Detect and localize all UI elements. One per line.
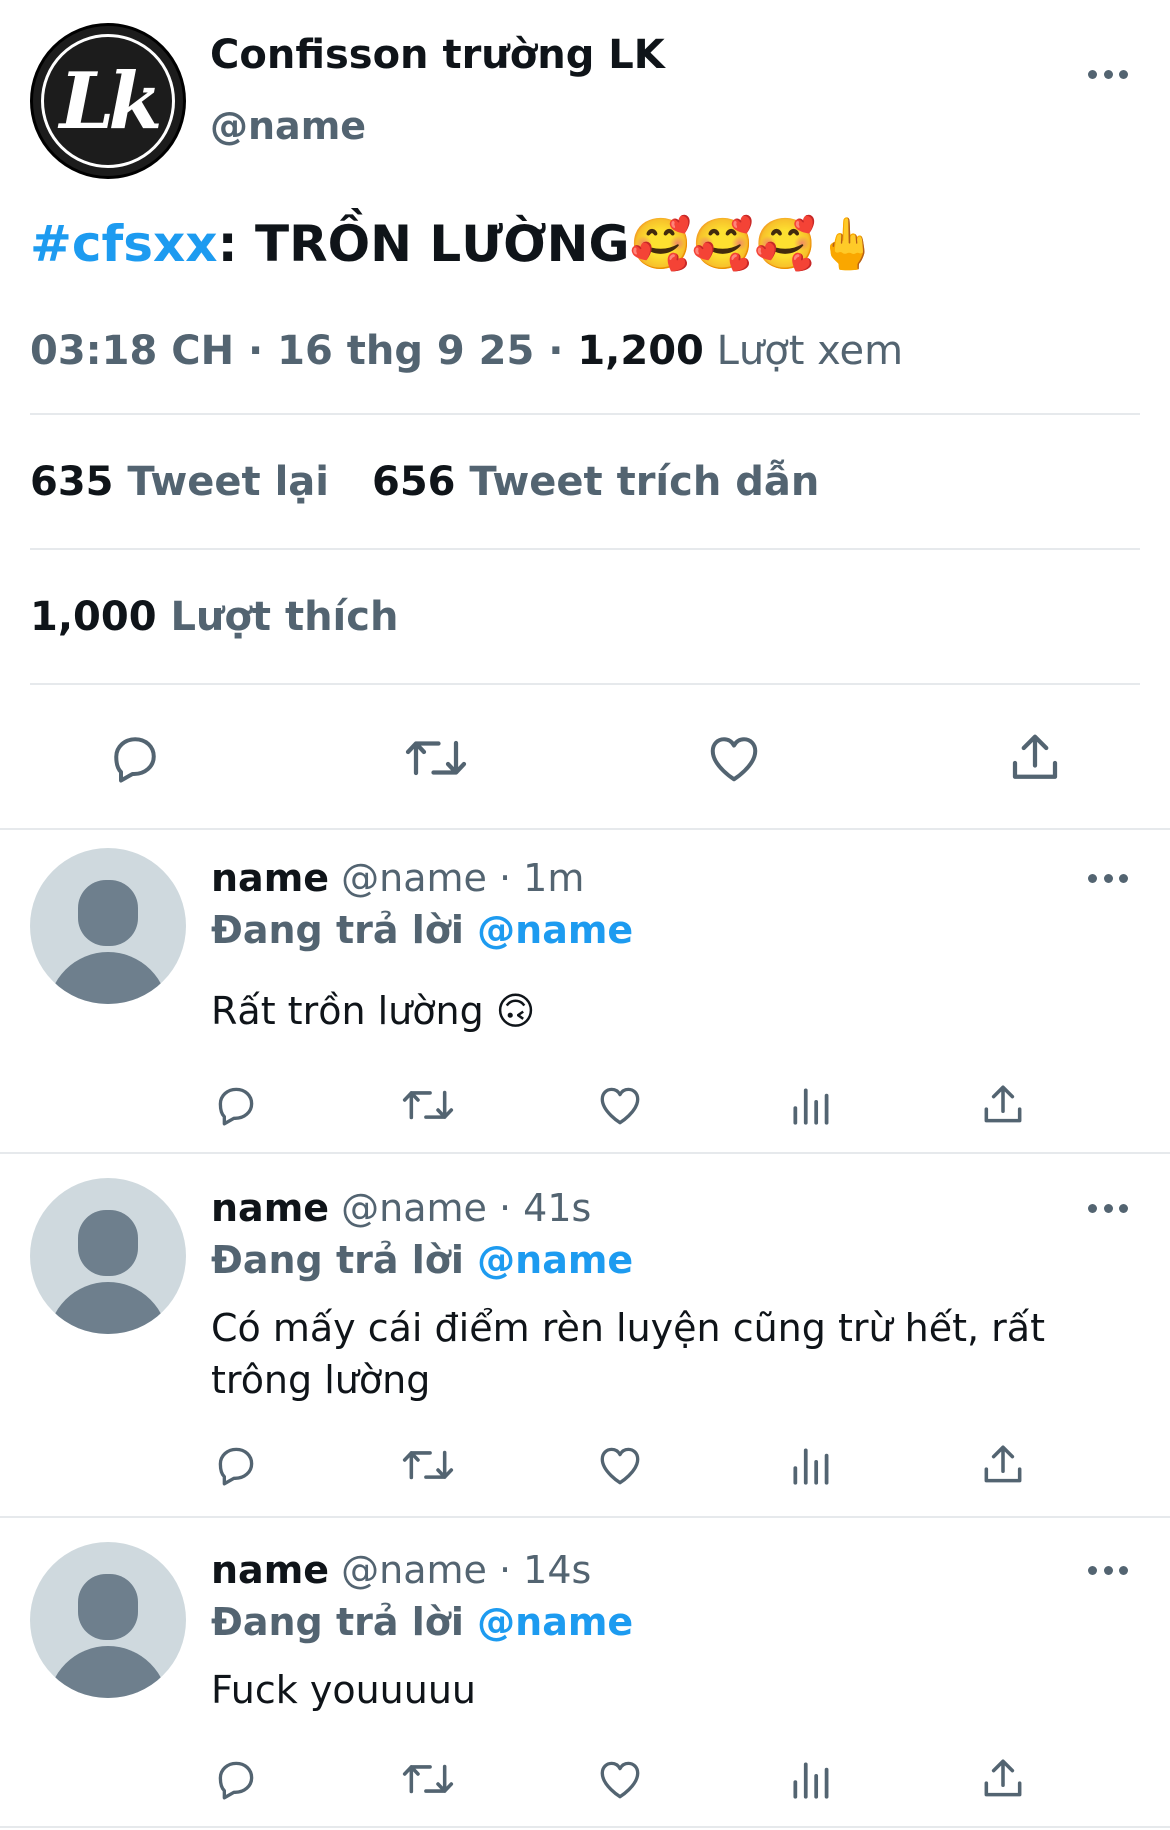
tweet-timestamp[interactable]: 03:18 CH · 16 thg 9 25 · — [30, 328, 577, 374]
quotes-label: Tweet trích dẫn — [455, 459, 820, 505]
likes-count: 1,000 — [30, 594, 157, 640]
more-icon[interactable] — [1088, 68, 1128, 80]
retweet-icon[interactable] — [400, 1440, 456, 1490]
avatar[interactable] — [30, 848, 186, 1004]
reply-text: Có mấy cái điểm rèn luyện cũng trừ hết, … — [211, 1306, 1045, 1402]
tweet-meta: 03:18 CH · 16 thg 9 25 · 1,200 Lượt xem — [30, 328, 903, 374]
reply-author-name[interactable]: name — [211, 1186, 329, 1230]
retweet-icon[interactable] — [400, 1754, 456, 1804]
analytics-icon[interactable] — [787, 1080, 837, 1130]
heart-icon[interactable] — [595, 1440, 645, 1490]
divider — [30, 413, 1140, 415]
views-label: Lượt xem — [703, 328, 904, 374]
quotes-count: 656 — [372, 459, 456, 505]
divider — [30, 683, 1140, 685]
retweet-icon[interactable] — [403, 728, 469, 788]
replying-to-link[interactable]: @name — [477, 1600, 633, 1644]
avatar-logo-text: Lk — [41, 34, 175, 168]
reply-header: name @name · 1m — [211, 856, 584, 900]
replying-to: Đang trả lời @name — [211, 1238, 633, 1282]
avatar[interactable] — [30, 1542, 186, 1698]
reply-meta: @name · 1m — [329, 856, 585, 900]
analytics-icon[interactable] — [787, 1440, 837, 1490]
share-icon[interactable] — [978, 1440, 1028, 1490]
author-handle[interactable]: @name — [210, 104, 366, 148]
share-icon[interactable] — [1005, 728, 1065, 788]
reply-icon[interactable] — [105, 728, 165, 788]
quotes-stat[interactable]: 656 Tweet trích dẫn — [372, 459, 819, 505]
replying-label: Đang trả lời — [211, 908, 478, 952]
reply-author-name[interactable]: name — [211, 1548, 329, 1592]
reply-meta: @name · 41s — [329, 1186, 592, 1230]
tweet-body: : TRỒN LƯỜNG🥰🥰🥰🖕 — [217, 215, 879, 273]
reply-icon[interactable] — [211, 1080, 261, 1130]
reply-icon[interactable] — [211, 1440, 261, 1490]
profile-avatar[interactable]: Lk — [30, 23, 186, 179]
share-icon[interactable] — [978, 1754, 1028, 1804]
more-icon[interactable] — [1088, 1564, 1128, 1576]
views-count: 1,200 — [577, 328, 704, 374]
heart-icon[interactable] — [595, 1080, 645, 1130]
more-icon[interactable] — [1088, 872, 1128, 884]
share-icon[interactable] — [978, 1080, 1028, 1130]
reply-tweet[interactable]: name @name · 1m Đang trả lời @name Rất t… — [0, 830, 1170, 1152]
replying-label: Đang trả lời — [211, 1238, 478, 1282]
divider — [30, 548, 1140, 550]
heart-icon[interactable] — [704, 728, 764, 788]
retweets-count: 635 — [30, 459, 114, 505]
reply-header: name @name · 41s — [211, 1186, 591, 1230]
tweet-text: #cfsxx: TRỒN LƯỜNG🥰🥰🥰🖕 — [30, 215, 879, 274]
likes-label: Lượt thích — [156, 594, 399, 640]
replying-to-link[interactable]: @name — [477, 908, 633, 952]
analytics-icon[interactable] — [787, 1754, 837, 1804]
retweet-icon[interactable] — [400, 1080, 456, 1130]
divider — [0, 1826, 1170, 1828]
heart-icon[interactable] — [595, 1754, 645, 1804]
replying-label: Đang trả lời — [211, 1600, 478, 1644]
author-display-name[interactable]: Confisson trường LK — [210, 32, 665, 78]
avatar[interactable] — [30, 1178, 186, 1334]
replying-to-link[interactable]: @name — [477, 1238, 633, 1282]
reply-author-name[interactable]: name — [211, 856, 329, 900]
reply-icon[interactable] — [211, 1754, 261, 1804]
reply-header: name @name · 14s — [211, 1548, 591, 1592]
replying-to: Đang trả lời @name — [211, 1600, 633, 1644]
reply-tweet[interactable]: name @name · 41s Đang trả lời @name Có m… — [0, 1154, 1170, 1516]
hashtag-link[interactable]: #cfsxx — [30, 215, 218, 273]
reply-text: Fuck youuuuu — [211, 1668, 476, 1712]
reply-tweet[interactable]: name @name · 14s Đang trả lời @name Fuck… — [0, 1518, 1170, 1830]
retweets-label: Tweet lại — [113, 459, 329, 505]
reply-meta: @name · 14s — [329, 1548, 592, 1592]
replying-to: Đang trả lời @name — [211, 908, 633, 952]
reply-text: Rất trồn lường 🙃 — [211, 989, 536, 1033]
retweets-stat[interactable]: 635 Tweet lại — [30, 459, 329, 505]
more-icon[interactable] — [1088, 1202, 1128, 1214]
likes-stat[interactable]: 1,000 Lượt thích — [30, 594, 398, 640]
